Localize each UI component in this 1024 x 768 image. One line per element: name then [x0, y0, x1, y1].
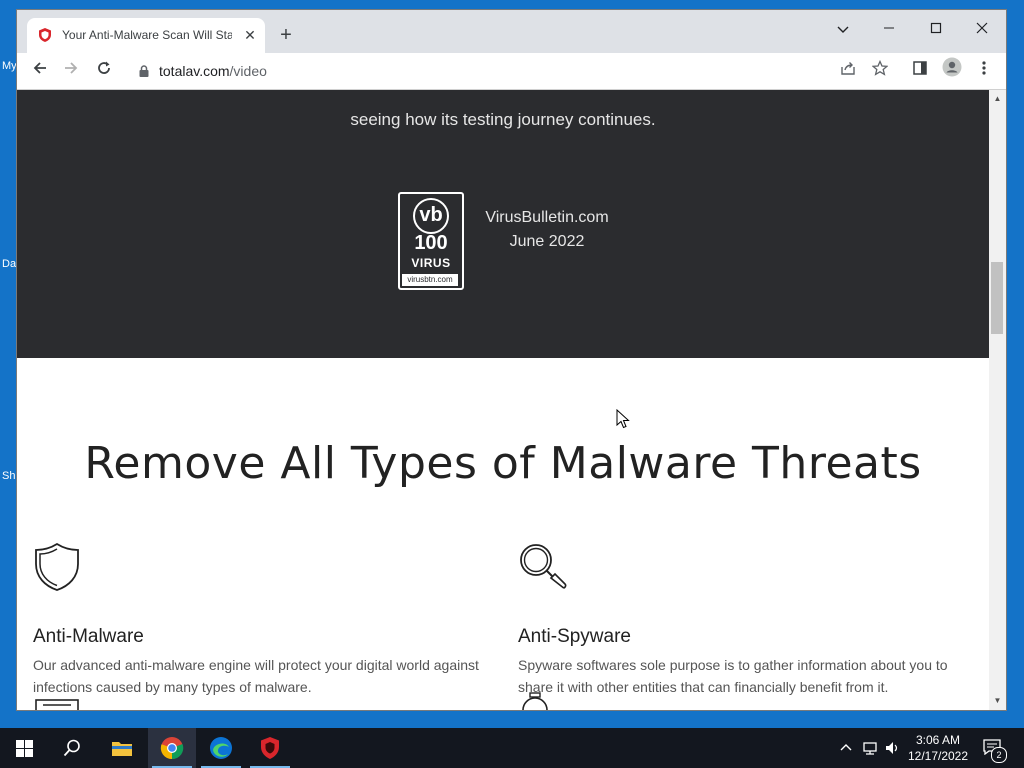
scroll-down-icon[interactable]: ▼ [992, 696, 1003, 706]
badge-caption: VirusBulletin.com June 2022 [467, 206, 627, 254]
window-close-icon[interactable] [959, 15, 1005, 45]
browser-window: Your Anti-Malware Scan Will Start ✕ + to… [17, 10, 1006, 710]
taskbar-edge[interactable] [197, 728, 245, 768]
document-icon [35, 699, 79, 710]
system-tray [838, 728, 902, 768]
network-icon[interactable] [862, 740, 878, 756]
taskbar-clock[interactable]: 3:06 AM 12/17/2022 [900, 732, 976, 764]
badge-caption-source: VirusBulletin.com [485, 209, 609, 226]
title-bar: Your Anti-Malware Scan Will Start ✕ + [17, 10, 1006, 53]
desktop-label: My [2, 60, 17, 72]
volume-icon[interactable] [884, 740, 900, 756]
windows-logo-icon [16, 740, 33, 757]
totalav-shield-icon [261, 737, 279, 759]
desktop-label: Da [2, 258, 17, 270]
search-icon [63, 739, 80, 757]
vb-number: 100 [414, 232, 448, 254]
chevron-down-icon[interactable] [820, 15, 866, 45]
feature-title: Anti-Spyware [518, 626, 631, 647]
feature-description: Spyware softwares sole purpose is to gat… [518, 657, 948, 695]
chevron-up-icon[interactable] [840, 742, 852, 752]
reload-icon[interactable] [90, 57, 118, 85]
vb-word: VIRUS [411, 256, 451, 270]
minimize-icon[interactable] [866, 15, 912, 45]
edge-icon [210, 737, 232, 759]
section-heading: Remove All Types of Malware Threats [84, 438, 922, 489]
back-arrow-icon[interactable] [26, 57, 54, 85]
taskbar: 3:06 AM 12/17/2022 2 [0, 728, 1024, 768]
feature-description: Our advanced anti-malware engine will pr… [33, 657, 479, 695]
vb100-badge: vb 100 VIRUS virusbtn.com [398, 192, 464, 290]
start-button[interactable] [0, 728, 48, 768]
scroll-up-icon[interactable]: ▲ [992, 94, 1003, 104]
taskbar-file-explorer[interactable] [98, 728, 146, 768]
totalav-shield-icon [39, 28, 51, 42]
clock-date: 12/17/2022 [907, 749, 969, 763]
notification-center[interactable]: 2 [980, 728, 1010, 768]
folder-icon [112, 742, 132, 756]
star-icon[interactable] [866, 57, 894, 85]
feature-title: Anti-Malware [33, 626, 144, 647]
shield-icon [35, 542, 79, 591]
url-host: totalav.com [159, 63, 230, 79]
tab-title: Your Anti-Malware Scan Will Start [62, 28, 232, 42]
mouse-cursor-icon [616, 409, 630, 429]
plus-icon[interactable]: + [275, 24, 297, 46]
testing-journey-text: seeing how its testing journey continues… [350, 110, 656, 129]
taskbar-totalav[interactable] [246, 728, 294, 768]
notification-badge: 2 [991, 747, 1007, 763]
lock-icon [139, 65, 149, 77]
magnifier-icon [520, 544, 567, 589]
toolbar: totalav.com/video [17, 53, 1006, 90]
taskbar-chrome[interactable] [148, 728, 196, 768]
kebab-menu-icon[interactable] [970, 57, 998, 85]
maximize-icon[interactable] [913, 15, 959, 45]
stopwatch-icon [522, 692, 548, 710]
review-section: seeing how its testing journey continues… [17, 90, 989, 358]
vb-site: virusbtn.com [402, 274, 458, 286]
url-text: totalav.com/video [159, 63, 267, 79]
page-scrollbar[interactable]: ▲ ▼ [989, 90, 1006, 710]
chrome-icon [160, 737, 184, 760]
url-path: /video [229, 63, 267, 79]
address-bar[interactable]: totalav.com/video [127, 57, 887, 85]
clock-time: 3:06 AM [915, 733, 961, 747]
scrollbar-thumb[interactable] [991, 262, 1003, 334]
browser-tab[interactable]: Your Anti-Malware Scan Will Start ✕ [27, 18, 265, 53]
desktop-label: Sh [2, 470, 16, 482]
search-button[interactable] [48, 728, 96, 768]
vb-logo: vb [413, 198, 449, 234]
share-icon[interactable] [834, 57, 862, 85]
badge-caption-date: June 2022 [509, 233, 585, 250]
profile-avatar-icon[interactable] [938, 57, 966, 85]
page-viewport: seeing how its testing journey continues… [17, 90, 989, 710]
forward-arrow-icon[interactable] [57, 57, 85, 85]
close-icon[interactable]: ✕ [239, 24, 261, 46]
side-panel-icon[interactable] [906, 57, 934, 85]
